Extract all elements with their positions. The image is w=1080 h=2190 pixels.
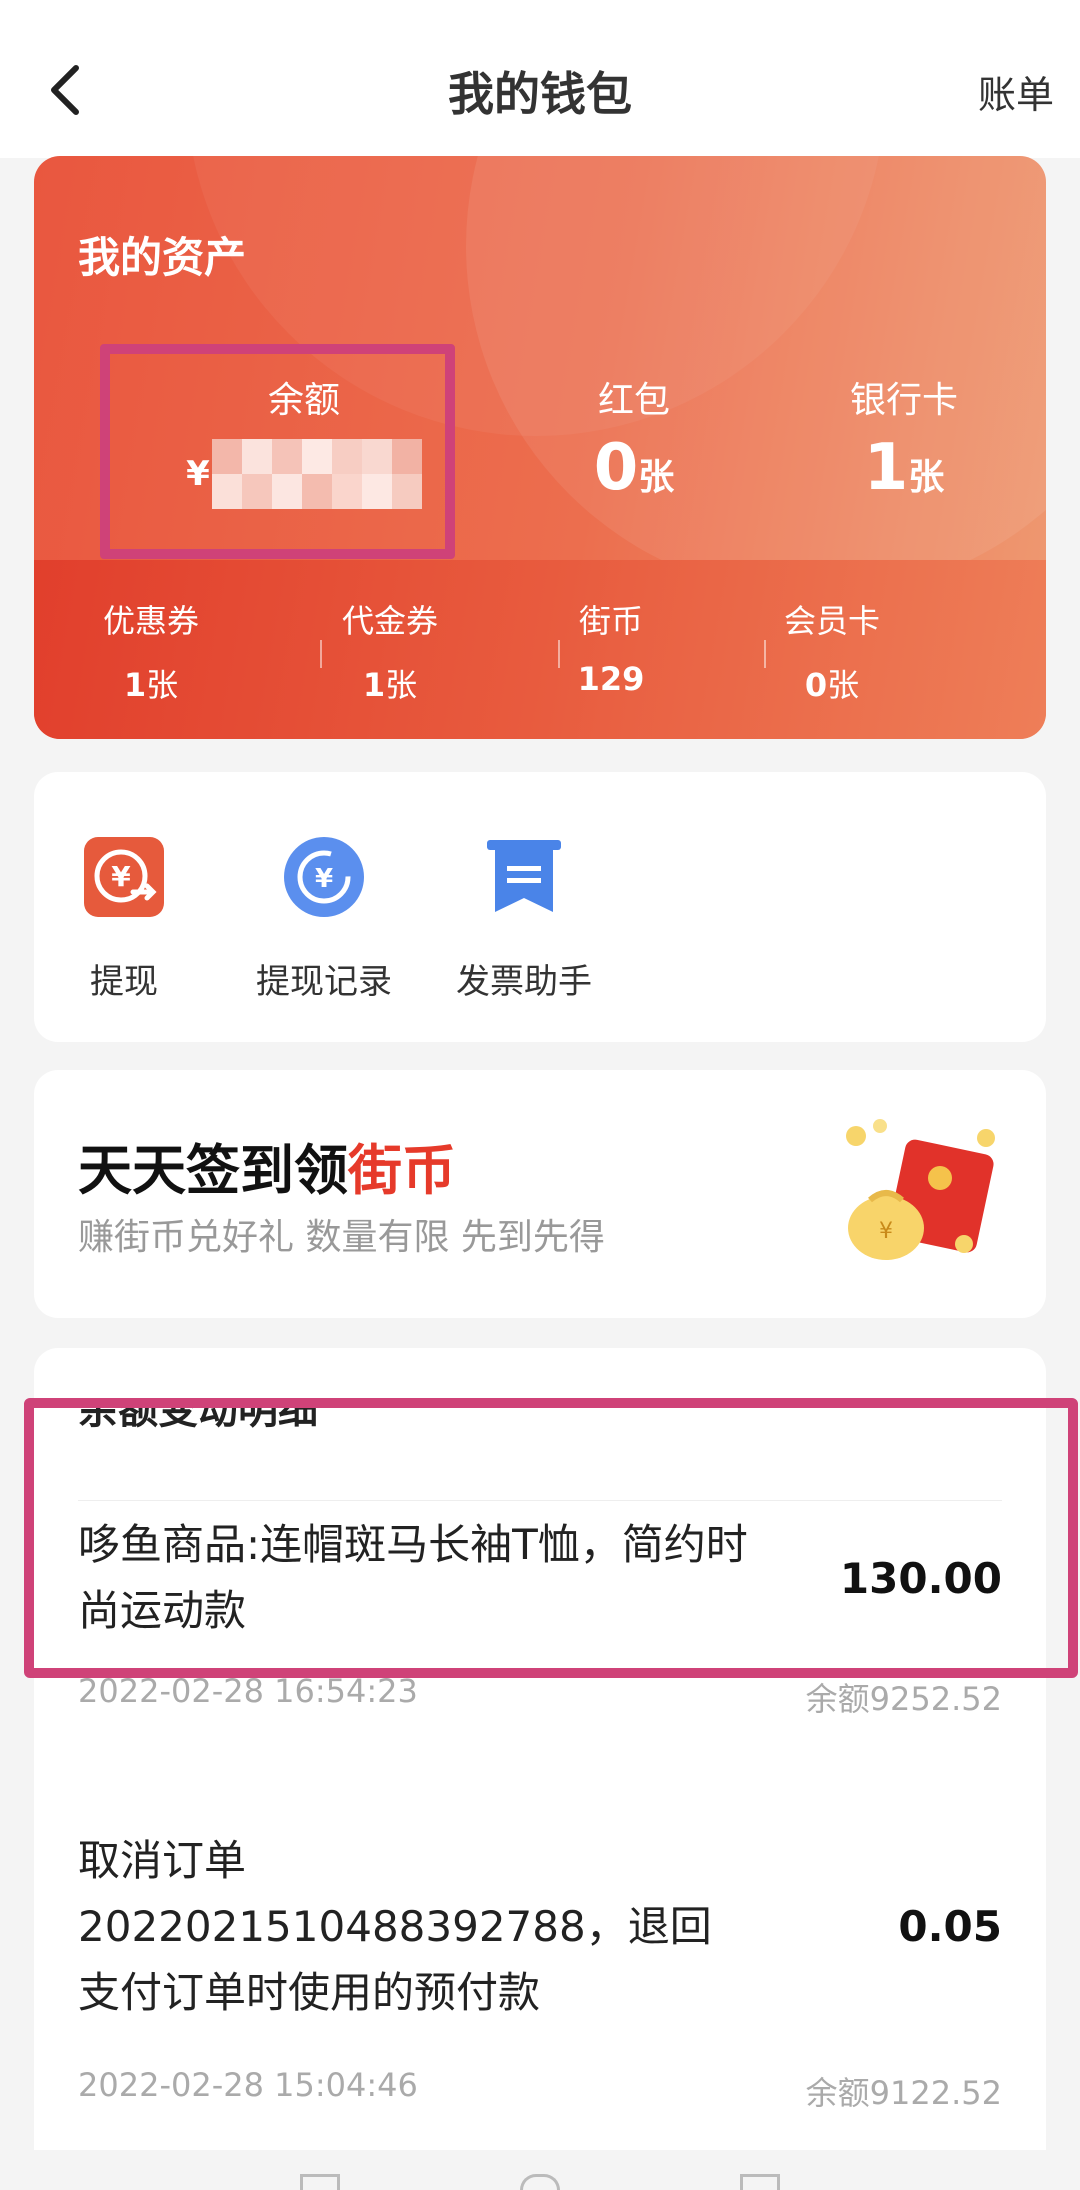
transaction-title: 取消订单 20220215104883927​88，退回 支付订单时使用的预付款	[78, 1836, 712, 2017]
bill-link[interactable]: 账单	[978, 64, 1054, 119]
red-packet-item[interactable]: 红包 0张	[514, 371, 754, 505]
red-packet-label: 红包	[597, 380, 670, 421]
member-card-value: 0张	[804, 666, 860, 704]
page-title: 我的钱包	[448, 67, 632, 121]
member-card-label: 会员卡	[783, 602, 880, 640]
bank-card-item[interactable]: 银行卡 1张	[784, 371, 1024, 505]
signin-title: 天天签到领街币	[78, 1139, 456, 1202]
transaction-time: 2022-02-28 15:04:46	[78, 2066, 418, 2104]
transaction-balance: 余额9252.52	[805, 1680, 1002, 1718]
withdraw-history-label: 提现记录	[256, 962, 392, 1002]
top-nav-bar: 我的钱包 账单	[0, 0, 1080, 158]
withdraw-label: 提现	[90, 962, 158, 1002]
signin-subtitle: 赚街币兑好礼 数量有限 先到先得	[78, 1217, 605, 1258]
member-card-item[interactable]: 会员卡 0张	[732, 596, 932, 706]
red-packet-value: 0张	[593, 431, 675, 505]
assets-secondary-row: 优惠券 1张 代金券 1张 街币 129 会员卡 0张	[34, 560, 1046, 739]
transaction-balance: 余额9122.52	[805, 2074, 1002, 2112]
voucher-label: 代金券	[341, 602, 438, 640]
coupon-label: 优惠券	[102, 602, 199, 640]
street-coin-value: 129	[577, 660, 645, 698]
withdraw-button[interactable]: ¥ 提现	[34, 834, 214, 1003]
withdraw-history-icon: ¥	[284, 837, 364, 917]
bank-card-label: 银行卡	[849, 380, 958, 421]
red-envelope-coins-icon: ¥	[846, 1119, 995, 1260]
daily-signin-banner[interactable]: 天天签到领街币 赚街币兑好礼 数量有限 先到先得 ¥	[34, 1070, 1046, 1318]
assets-title: 我的资产	[78, 233, 247, 282]
withdraw-history-button[interactable]: ¥ 提现记录	[234, 834, 414, 1003]
wallet-tools-card: ¥ 提现 ¥ 提现记录 发票助手	[34, 772, 1046, 1042]
bank-card-value: 1张	[863, 431, 945, 505]
street-coin-item[interactable]: 街币 129	[511, 596, 711, 698]
invoice-assistant-button[interactable]: 发票助手	[434, 834, 614, 1003]
coupon-item[interactable]: 优惠券 1张	[51, 596, 251, 706]
nav-recents-icon[interactable]	[740, 2174, 780, 2190]
svg-text:¥: ¥	[111, 860, 131, 893]
balance-highlight-box	[100, 344, 455, 559]
invoice-assistant-label: 发票助手	[456, 962, 592, 1002]
svg-text:¥: ¥	[315, 864, 333, 894]
withdraw-icon: ¥	[84, 837, 164, 917]
street-coin-label: 街币	[578, 602, 643, 640]
nav-back-icon[interactable]	[300, 2174, 340, 2190]
transaction-highlight-box	[24, 1398, 1078, 1678]
coupon-value: 1张	[123, 666, 179, 704]
invoice-icon	[487, 840, 561, 912]
voucher-value: 1张	[362, 666, 418, 704]
transaction-amount: 0.05	[898, 1902, 1002, 1951]
voucher-item[interactable]: 代金券 1张	[290, 596, 490, 706]
svg-text:¥: ¥	[879, 1219, 893, 1244]
transaction-row[interactable]: 取消订单 20220215104883927​88，退回 支付订单时使用的预付款…	[78, 1828, 1002, 2128]
